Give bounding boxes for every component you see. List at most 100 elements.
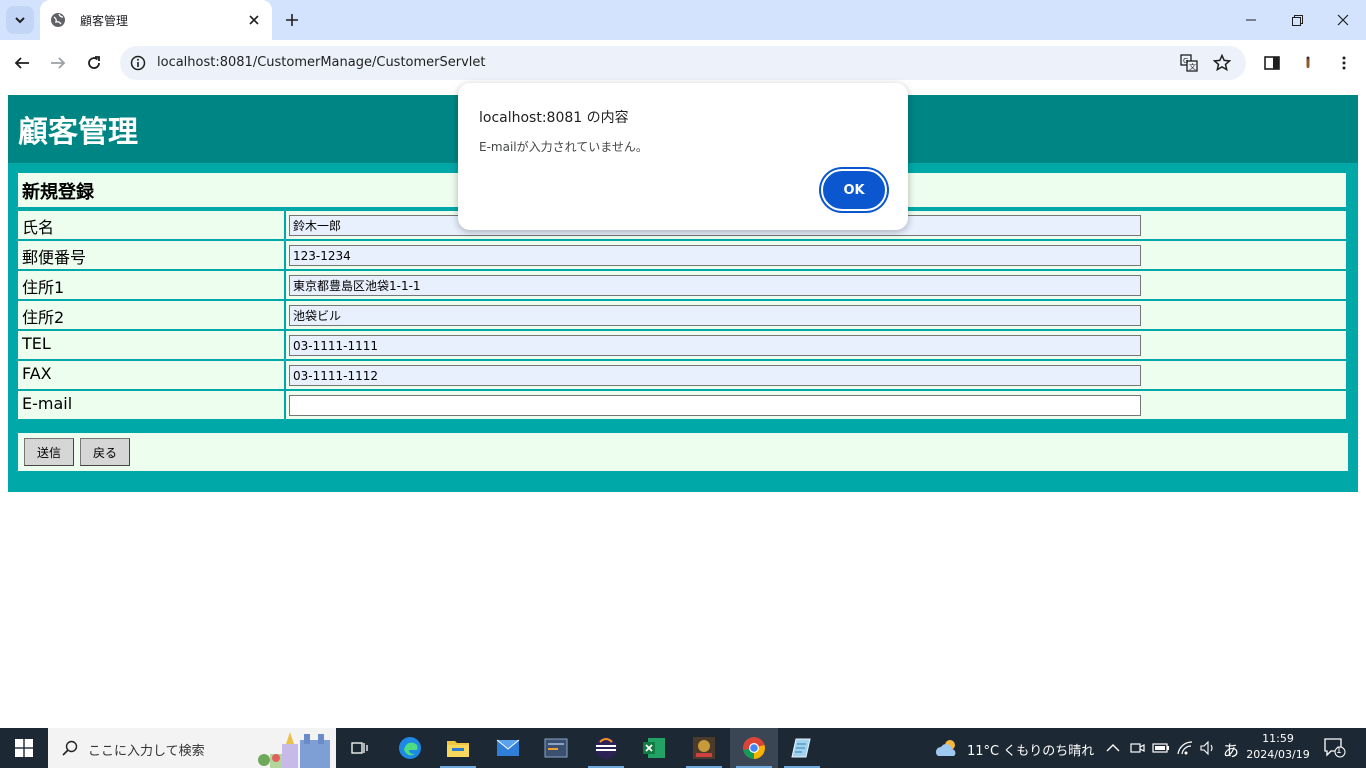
reload-icon	[88, 56, 100, 69]
weather-cloud-icon[interactable]	[934, 738, 960, 758]
field-row-address2: 住所2	[18, 301, 1346, 329]
task-view-icon	[351, 742, 368, 754]
field-row-fax: FAX	[18, 361, 1346, 389]
globe-icon	[51, 13, 65, 27]
arrow-left-icon	[14, 57, 29, 69]
taskbar-edge[interactable]	[386, 728, 434, 768]
page-title: 顧客管理	[18, 115, 138, 150]
clock-date: 2024/03/19	[1246, 748, 1310, 761]
dialog-title: localhost:8081 の内容	[479, 110, 629, 126]
chevron-up-icon[interactable]	[1103, 738, 1123, 758]
browser-tab[interactable]: 顧客管理	[40, 0, 272, 40]
taskbar-eclipse[interactable]	[582, 728, 630, 768]
search-highlight-castle-icon	[258, 732, 330, 768]
field-row-email: E-mail	[18, 391, 1346, 419]
field-label-name: 氏名	[22, 218, 55, 237]
postal-code-input[interactable]	[289, 245, 1141, 266]
windows-taskbar: ここに入力して検索 11°C くもりのち晴れ あ 11:59 2024/03/1…	[0, 728, 1366, 768]
notification-center-icon[interactable]	[1323, 738, 1347, 758]
chrome-icon	[743, 737, 765, 759]
new-tab-button[interactable]	[282, 10, 302, 30]
game-app-icon	[693, 737, 715, 759]
side-panel-button[interactable]	[1260, 51, 1284, 75]
mail-icon	[496, 739, 520, 756]
eclipse-icon	[595, 737, 617, 759]
submit-button[interactable]: 送信	[24, 438, 74, 466]
wifi-icon[interactable]	[1175, 738, 1195, 758]
close-icon	[1337, 14, 1349, 26]
taskbar-clock[interactable]: 11:59 2024/03/19	[1246, 732, 1310, 761]
tab-search-button[interactable]	[6, 6, 34, 34]
email-input[interactable]	[289, 395, 1141, 416]
tel-input[interactable]	[289, 335, 1141, 356]
dialog-ok-button[interactable]: OK	[821, 169, 887, 211]
tab-title: 顧客管理	[80, 13, 129, 28]
translate-icon[interactable]: G文	[1179, 53, 1199, 73]
address-bar[interactable]: localhost:8081/CustomerManage/CustomerSe…	[120, 46, 1246, 80]
site-info-icon[interactable]	[128, 53, 148, 73]
back-link-button[interactable]: 戻る	[80, 438, 130, 466]
address1-input[interactable]	[289, 275, 1141, 296]
field-label-postal-code: 郵便番号	[22, 248, 87, 267]
clock-time: 11:59	[1262, 732, 1294, 745]
taskbar-search-placeholder: ここに入力して検索	[88, 744, 205, 759]
excel-icon	[643, 738, 665, 758]
minimize-icon	[1246, 19, 1256, 21]
reload-button[interactable]	[82, 51, 106, 75]
extension-icon	[1306, 56, 1310, 68]
taskbar-search-box[interactable]: ここに入力して検索	[48, 728, 336, 768]
weather-text[interactable]: 11°C くもりのち晴れ	[967, 740, 1094, 759]
windows-logo-icon	[15, 739, 33, 757]
url-text[interactable]: localhost:8081/CustomerManage/CustomerSe…	[157, 55, 486, 70]
notepad-icon	[791, 738, 811, 758]
minimize-button[interactable]	[1228, 0, 1274, 40]
back-button[interactable]	[10, 51, 34, 75]
svg-text:G: G	[1183, 57, 1188, 65]
browser-toolbar: localhost:8081/CustomerManage/CustomerSe…	[0, 40, 1366, 86]
menu-button[interactable]	[1332, 51, 1356, 75]
restore-icon	[1291, 14, 1303, 26]
address2-input[interactable]	[289, 305, 1141, 326]
more-vertical-icon	[1342, 56, 1346, 70]
plus-icon	[286, 14, 298, 26]
tab-close-icon[interactable]	[244, 10, 264, 30]
taskbar-game-app[interactable]	[680, 728, 728, 768]
taskbar-notepad[interactable]	[778, 728, 826, 768]
search-icon	[60, 738, 80, 758]
restore-button[interactable]	[1274, 0, 1320, 40]
battery-icon[interactable]	[1151, 738, 1171, 758]
start-button[interactable]	[0, 728, 48, 768]
svg-text:文: 文	[1189, 62, 1196, 71]
volume-icon[interactable]	[1198, 738, 1218, 758]
taskbar-file-explorer[interactable]	[434, 728, 482, 768]
close-window-button[interactable]	[1320, 0, 1366, 40]
form-heading: 新規登録	[22, 182, 94, 203]
meet-now-icon[interactable]	[1127, 738, 1147, 758]
task-view-button[interactable]	[336, 728, 384, 768]
extension-button[interactable]	[1296, 51, 1320, 75]
field-label-email: E-mail	[22, 394, 73, 413]
notification-count: 1	[1336, 746, 1342, 756]
form-button-bar: 送信 戻る	[18, 433, 1348, 471]
browser-tab-bar: 顧客管理	[0, 0, 1366, 40]
fax-input[interactable]	[289, 365, 1141, 386]
alert-dialog: localhost:8081 の内容 E-mailが入力されていません。 OK	[458, 83, 908, 230]
ime-indicator[interactable]: あ	[1223, 737, 1239, 761]
bookmark-star-icon[interactable]	[1212, 53, 1232, 73]
field-row-postal-code: 郵便番号	[18, 241, 1346, 269]
edge-browser-icon	[399, 737, 421, 759]
taskbar-mail[interactable]	[484, 728, 532, 768]
dialog-message: E-mailが入力されていません。	[479, 140, 648, 154]
field-label-address1: 住所1	[22, 278, 65, 297]
taskbar-chrome[interactable]	[730, 728, 778, 768]
field-label-address2: 住所2	[22, 308, 65, 327]
forward-button[interactable]	[46, 51, 70, 75]
field-label-tel: TEL	[22, 334, 51, 353]
field-row-tel: TEL	[18, 331, 1346, 359]
taskbar-db-tool[interactable]	[532, 728, 580, 768]
taskbar-excel[interactable]	[630, 728, 678, 768]
field-label-fax: FAX	[22, 364, 52, 383]
field-row-address1: 住所1	[18, 271, 1346, 299]
folder-icon	[447, 741, 469, 757]
arrow-right-icon	[51, 57, 66, 69]
